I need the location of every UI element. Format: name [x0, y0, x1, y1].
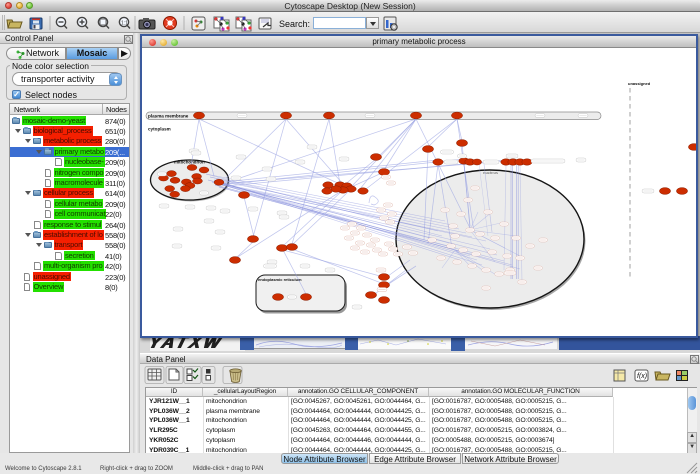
svg-text:plasma membrane: plasma membrane — [148, 114, 189, 119]
svg-text:unassigned: unassigned — [628, 81, 651, 86]
svg-text:1:1: 1:1 — [121, 20, 128, 26]
svg-text:mitochondrion: mitochondrion — [174, 160, 205, 165]
svg-text:cytoplasm: cytoplasm — [148, 127, 171, 132]
svg-text:f(x): f(x) — [637, 373, 647, 380]
svg-text:endoplasmic reticulum: endoplasmic reticulum — [258, 277, 302, 282]
